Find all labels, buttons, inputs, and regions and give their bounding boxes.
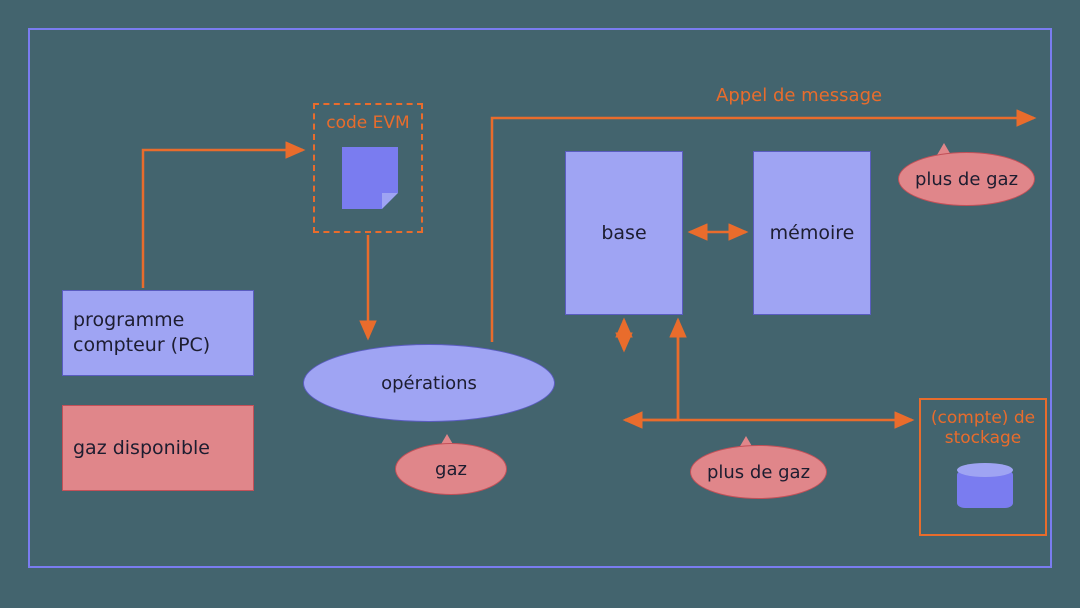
- operations-label: opérations: [381, 373, 477, 394]
- gas-available-label: gaz disponible: [73, 436, 210, 461]
- cylinder-icon: [957, 470, 1013, 508]
- gas-available-box: gaz disponible: [62, 405, 254, 491]
- file-icon: [342, 147, 398, 209]
- program-counter-box: programme compteur (PC): [62, 290, 254, 376]
- more-gas-bottom-speech: plus de gaz: [690, 445, 827, 499]
- memory-label: mémoire: [770, 221, 855, 246]
- memory-box: mémoire: [753, 151, 871, 315]
- more-gas-top-speech: plus de gaz: [898, 152, 1035, 206]
- storage-box: (compte) de stockage: [919, 398, 1047, 536]
- more-gas-top-label: plus de gaz: [915, 169, 1018, 190]
- file-fold-icon: [382, 193, 398, 209]
- gas-speech-label: gaz: [435, 459, 467, 480]
- more-gas-bottom-label: plus de gaz: [707, 462, 810, 483]
- base-box: base: [565, 151, 683, 315]
- base-label: base: [601, 221, 646, 246]
- code-evm-label: code EVM: [326, 113, 409, 133]
- program-counter-label: programme compteur (PC): [73, 308, 243, 357]
- storage-label: (compte) de stockage: [931, 408, 1035, 448]
- code-evm-box: code EVM: [313, 103, 423, 233]
- operations-ellipse: opérations: [303, 344, 555, 422]
- gas-speech: gaz: [395, 443, 507, 495]
- message-call-label: Appel de message: [716, 85, 882, 106]
